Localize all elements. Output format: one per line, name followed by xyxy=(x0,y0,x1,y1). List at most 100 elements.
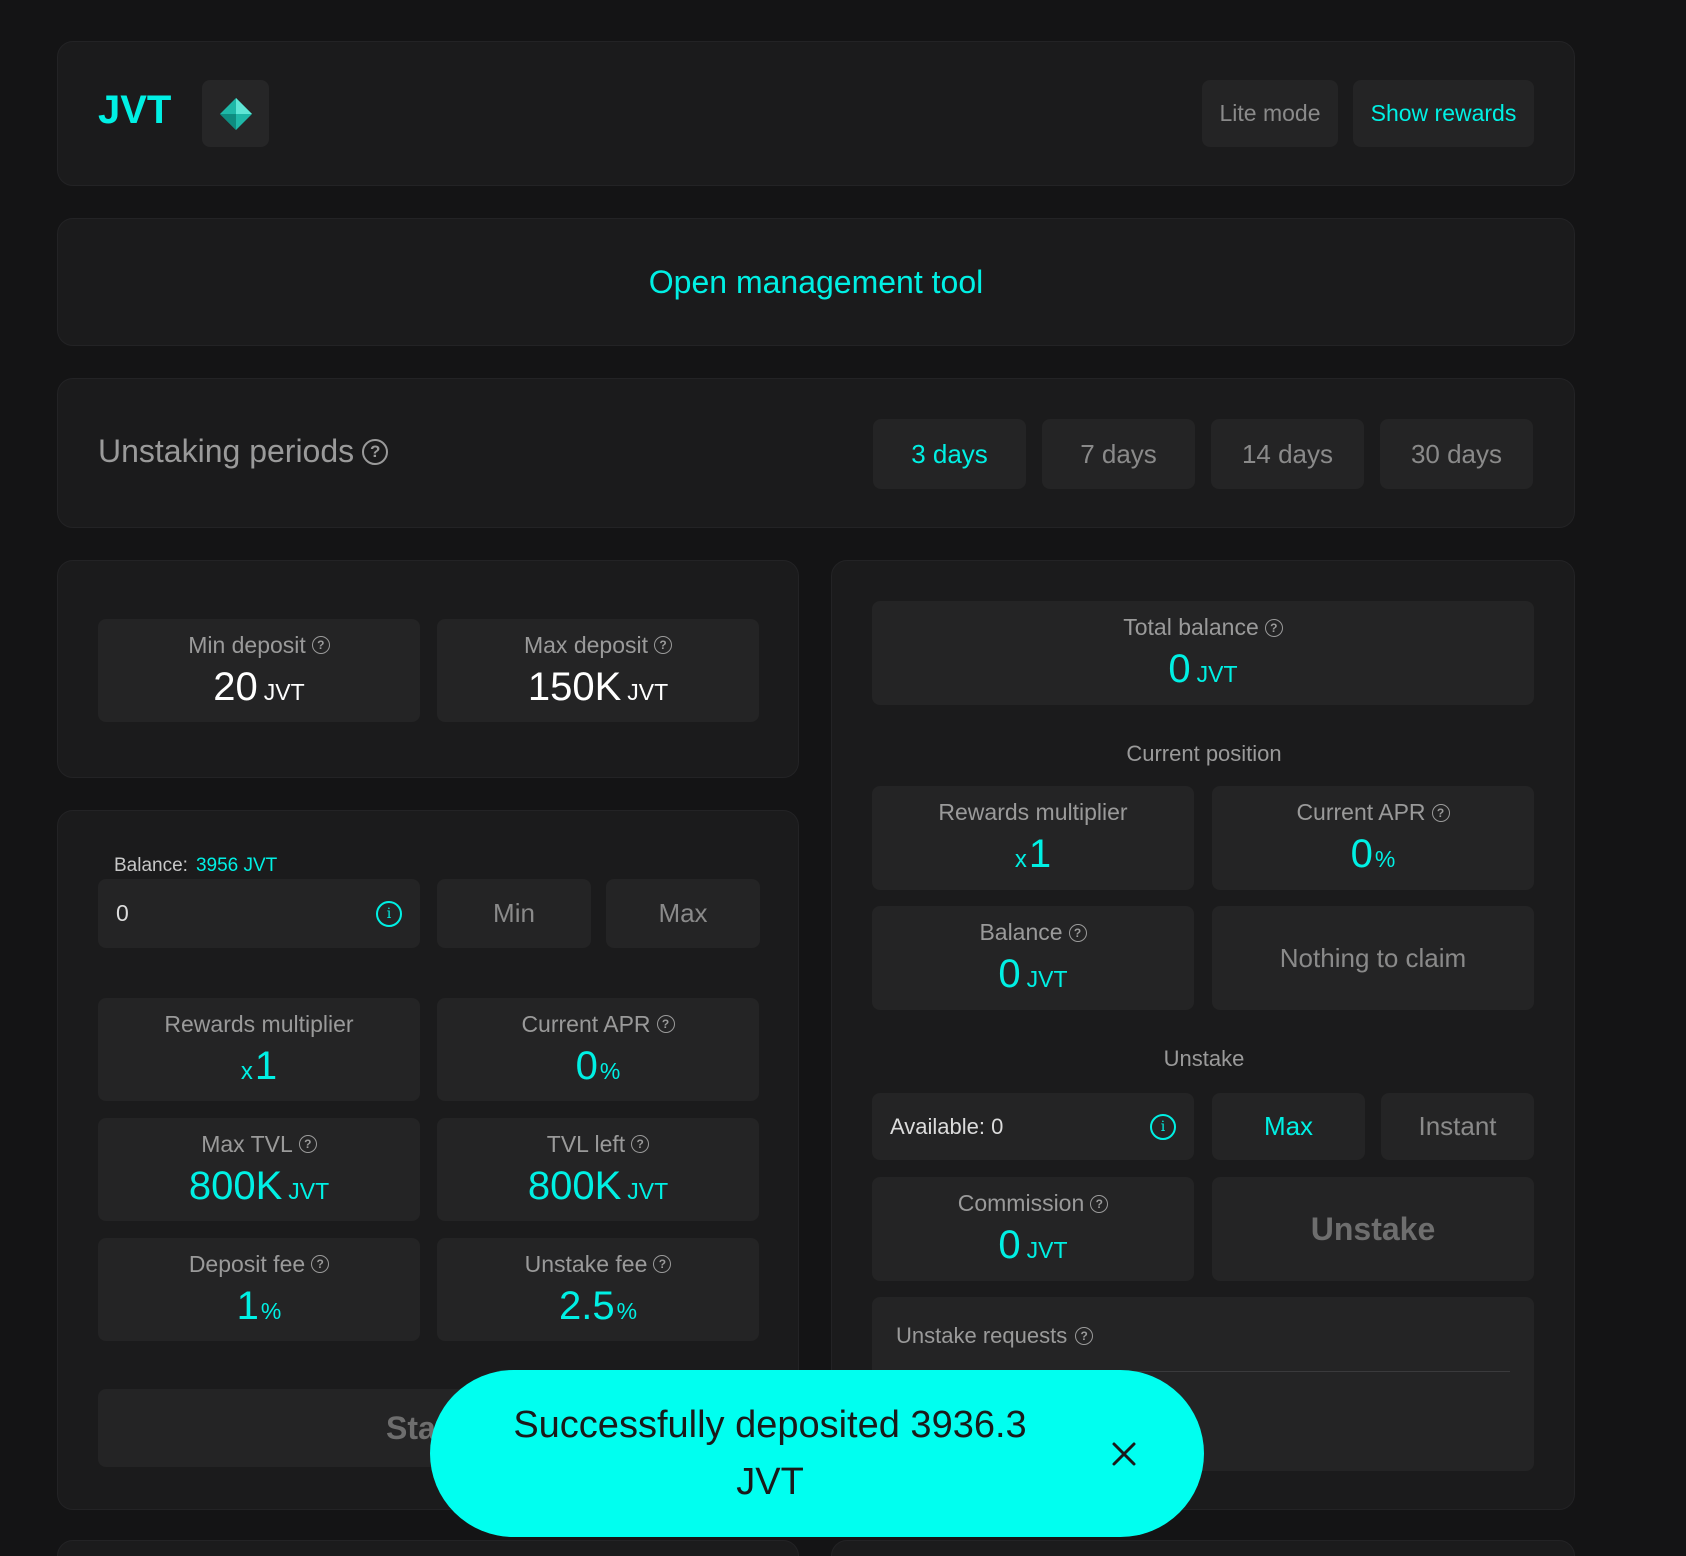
help-icon[interactable]: ? xyxy=(1075,1327,1094,1345)
deposit-fee-label: Deposit fee xyxy=(188,1250,306,1277)
unstake-button[interactable]: Unstake xyxy=(1212,1177,1534,1281)
unstake-fee-label: Unstake fee xyxy=(524,1250,648,1277)
stake-amount-value[interactable]: 0 xyxy=(116,900,129,927)
unit-label: % xyxy=(260,1297,282,1324)
balance-label: Balance: xyxy=(114,855,188,876)
total-balance-value: 0 xyxy=(1168,647,1191,691)
max-tvl-label: Max TVL xyxy=(201,1130,293,1157)
available-label[interactable]: Available: 0 xyxy=(890,1114,1003,1140)
deposit-fee-value: 1 xyxy=(236,1283,259,1328)
tvl-left-tile: TVL left? 800K JVT xyxy=(437,1118,759,1221)
open-management-tool-link[interactable]: Open management tool xyxy=(649,264,983,301)
commission-tile: Commission? 0 JVT xyxy=(872,1177,1194,1281)
unit-label: JVT xyxy=(288,1177,330,1204)
toast-message: Successfully deposited 3936.3 JVT xyxy=(430,1397,1110,1511)
max-deposit-value: 150K xyxy=(527,664,622,709)
unit-label: JVT xyxy=(1026,966,1068,992)
help-icon[interactable]: ? xyxy=(311,1255,330,1273)
position-current-apr-tile: Current APR? 0% xyxy=(1212,786,1534,890)
help-icon[interactable]: ? xyxy=(631,1135,650,1153)
stake-current-apr-tile: Current APR? 0% xyxy=(437,998,759,1101)
bottom-card-left xyxy=(57,1540,799,1556)
total-balance-label: Total balance xyxy=(1123,614,1259,640)
period-14-days[interactable]: 14 days xyxy=(1211,419,1364,489)
min-deposit-value: 20 xyxy=(213,664,258,709)
stake-min-button[interactable]: Min xyxy=(437,879,591,948)
position-rewards-multiplier-tile: Rewards multiplier x1 xyxy=(872,786,1194,890)
balance-label: Balance xyxy=(979,919,1063,945)
help-icon[interactable]: ? xyxy=(362,438,389,465)
rewards-multiplier-label: Rewards multiplier xyxy=(164,1010,354,1037)
management-card[interactable]: Open management tool xyxy=(57,218,1575,346)
info-icon[interactable]: i xyxy=(376,900,402,927)
unit-label: % xyxy=(599,1057,621,1084)
unit-label: JVT xyxy=(627,1177,669,1204)
stake-button-label: Sta xyxy=(386,1409,436,1446)
help-icon[interactable]: ? xyxy=(1431,803,1450,822)
tvl-left-value: 800K xyxy=(527,1163,622,1208)
unstaking-periods-card: Unstaking periods ? 3 days 7 days 14 day… xyxy=(57,378,1575,528)
position-card: Total balance? 0 JVT Current position Rew… xyxy=(831,560,1575,1510)
help-icon[interactable]: ? xyxy=(1264,618,1283,637)
position-balance-tile: Balance? 0 JVT xyxy=(872,906,1194,1010)
unit-label: % xyxy=(1374,846,1396,872)
unstake-title: Unstake xyxy=(1163,1046,1245,1071)
info-icon[interactable]: i xyxy=(1150,1113,1176,1140)
bottom-card-right xyxy=(831,1540,1575,1556)
unstaking-periods-title: Unstaking periods ? xyxy=(98,433,389,470)
stake-rewards-multiplier-tile: Rewards multiplier x1 xyxy=(98,998,420,1101)
nothing-to-claim-button[interactable]: Nothing to claim xyxy=(1212,906,1534,1010)
max-tvl-value: 800K xyxy=(188,1163,283,1208)
help-icon[interactable]: ? xyxy=(298,1135,317,1153)
total-balance-tile: Total balance? 0 JVT xyxy=(872,601,1534,705)
help-icon[interactable]: ? xyxy=(311,636,330,654)
unstake-fee-value: 2.5 xyxy=(558,1283,615,1328)
current-position-title: Current position xyxy=(1126,741,1282,766)
unit-label: % xyxy=(616,1297,638,1324)
multiplier-prefix: x xyxy=(240,1057,253,1085)
deposit-limits-card: Min deposit? 20 JVT Max deposit? 150K JVT xyxy=(57,560,799,778)
close-icon[interactable] xyxy=(1104,1434,1144,1474)
help-icon[interactable]: ? xyxy=(1068,923,1087,942)
min-deposit-label: Min deposit xyxy=(188,631,306,658)
success-toast: Successfully deposited 3936.3 JVT xyxy=(430,1370,1204,1537)
current-apr-value: 0 xyxy=(1350,832,1373,876)
unstake-amount-input[interactable]: Available: 0 i xyxy=(872,1093,1194,1160)
help-icon[interactable]: ? xyxy=(654,636,672,654)
balance-value: 3956 JVT xyxy=(195,855,278,876)
help-icon[interactable]: ? xyxy=(656,1015,675,1033)
tvl-left-label: TVL left xyxy=(546,1130,626,1157)
network-badge[interactable] xyxy=(202,80,269,147)
deposit-fee-tile: Deposit fee? 1% xyxy=(98,1238,420,1341)
lite-mode-button[interactable]: Lite mode xyxy=(1202,80,1338,147)
unstake-requests-label: Unstake requests xyxy=(896,1323,1068,1348)
help-icon[interactable]: ? xyxy=(1090,1194,1109,1213)
unstake-max-button[interactable]: Max xyxy=(1212,1093,1365,1160)
max-tvl-tile: Max TVL? 800K JVT xyxy=(98,1118,420,1221)
current-apr-label: Current APR xyxy=(1296,799,1426,825)
balance-row: Balance: 3956 JVT xyxy=(114,855,277,877)
period-3-days[interactable]: 3 days xyxy=(873,419,1026,489)
header-card: JVT Lite mode Show rewards xyxy=(57,41,1575,186)
stake-amount-input[interactable]: 0 i xyxy=(98,879,420,948)
commission-label: Commission xyxy=(957,1190,1085,1216)
current-apr-label: Current APR xyxy=(521,1010,651,1037)
toast-message-line2: JVT xyxy=(736,1460,804,1503)
unit-label: JVT xyxy=(1026,1237,1068,1263)
current-apr-value: 0 xyxy=(575,1043,598,1088)
period-7-days[interactable]: 7 days xyxy=(1042,419,1195,489)
unstake-requests-header: Unstake requests ? xyxy=(896,1323,1094,1349)
period-30-days[interactable]: 30 days xyxy=(1380,419,1533,489)
show-rewards-button[interactable]: Show rewards xyxy=(1353,80,1534,147)
instant-unstake-button[interactable]: Instant xyxy=(1381,1093,1534,1160)
multiplier-prefix: x xyxy=(1014,846,1027,873)
diamond-icon xyxy=(219,97,252,130)
unstaking-periods-label: Unstaking periods xyxy=(98,433,355,469)
unit-label: JVT xyxy=(1196,661,1238,687)
commission-value: 0 xyxy=(998,1223,1021,1267)
help-icon[interactable]: ? xyxy=(653,1255,672,1273)
stake-max-button[interactable]: Max xyxy=(606,879,760,948)
max-deposit-label: Max deposit xyxy=(523,631,648,658)
position-balance-value: 0 xyxy=(998,952,1021,996)
min-deposit-tile: Min deposit? 20 JVT xyxy=(98,619,420,722)
